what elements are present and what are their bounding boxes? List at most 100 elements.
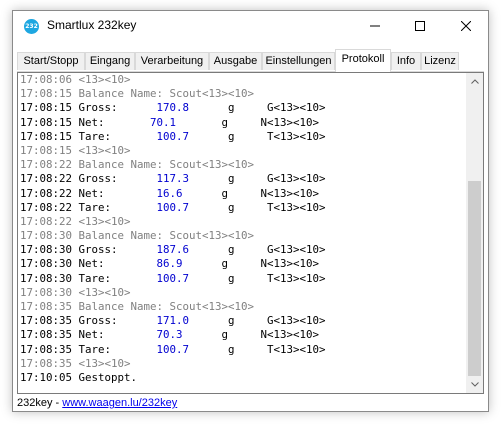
log-line: 17:10:05 Gestoppt. [20,371,465,385]
title-bar[interactable]: 232 key Smartlux 232key [13,11,488,45]
log-timestamp: 17:08:30 [20,243,73,257]
log-unit-code: g N<13><10> [182,186,320,200]
log-line: 17:08:35 Net: 70.3 g N<13><10> [20,328,465,342]
log-line: 17:08:30 <13><10> [20,286,465,300]
log-weight-value: 16.6 [156,186,183,200]
log-timestamp: 17:08:35 [20,342,73,356]
log-message: <13><10> [72,143,131,157]
log-weight-value: 100.7 [156,129,190,143]
app-window: 232 key Smartlux 232key Start/Stopp Eing… [12,10,489,412]
log-timestamp: 17:08:30 [20,285,73,299]
log-unit-code: g G<13><10> [189,101,326,115]
log-timestamp: 17:08:22 [20,158,73,172]
log-weight-value: 100.7 [156,271,190,285]
log-line: 17:08:15 Tare: 100.7 g T<13><10> [20,130,465,144]
log-line: 17:08:15 <13><10> [20,144,465,158]
log-timestamp: 17:08:06 [20,73,73,86]
status-prefix: 232key - [17,397,63,409]
log-unit-code: g N<13><10> [182,328,320,342]
log-label: Gross: [72,101,157,115]
log-label: Net: [72,186,157,200]
tab-einstellungen[interactable]: Einstellungen [262,52,335,70]
log-timestamp: 17:08:30 [20,257,73,271]
log-timestamp: 17:08:35 [20,328,73,342]
log-timestamp: 17:08:35 [20,314,73,328]
scroll-down-button[interactable] [466,376,483,393]
log-line: 17:08:22 Gross: 117.3 g G<13><10> [20,172,465,186]
close-icon [460,20,471,31]
tab-lizenz[interactable]: Lizenz [421,52,459,70]
log-timestamp: 17:08:30 [20,271,73,285]
log-line: 17:08:15 Gross: 170.8 g G<13><10> [20,101,465,115]
log-timestamp: 17:08:15 [20,115,73,129]
tab-info[interactable]: Info [391,52,421,70]
log-weight-value: 86.9 [156,257,183,271]
protocol-log[interactable]: 17:08:06 <13><10> 17:08:15 Balance Name: … [17,72,484,394]
log-unit-code: g N<13><10> [182,257,320,271]
window-title: Smartlux 232key [47,18,137,32]
tab-eingang[interactable]: Eingang [85,52,135,70]
log-message: Balance Name: Scout<13><10> [72,158,255,172]
log-timestamp: 17:08:30 [20,229,73,243]
app-icon: 232 key [24,19,39,45]
scroll-up-button[interactable] [466,73,483,90]
log-line: 17:08:22 Net: 16.6 g N<13><10> [20,187,465,201]
log-weight-value: 187.6 [156,243,190,257]
log-text: 17:08:06 <13><10> 17:08:15 Balance Name: … [20,73,465,393]
log-line: 17:08:06 <13><10> [20,73,465,87]
log-line: 17:08:15 Balance Name: Scout<13><10> [20,87,465,101]
log-message: Balance Name: Scout<13><10> [72,300,255,313]
log-line: 17:08:35 <13><10> [20,357,465,371]
log-weight-value: 117.3 [156,172,190,186]
log-message: <13><10> [72,356,131,370]
log-line: 17:08:22 <13><10> [20,215,465,229]
tab-verarbeitung[interactable]: Verarbeitung [135,52,209,70]
log-weight-value: 170.8 [156,101,190,115]
log-timestamp: 17:08:15 [20,143,73,157]
log-line: 17:08:22 Balance Name: Scout<13><10> [20,158,465,172]
log-label: Tare: [72,200,157,214]
log-unit-code: g T<13><10> [189,129,326,143]
log-message: <13><10> [72,73,131,86]
log-message: <13><10> [72,285,131,299]
log-label: Gross: [72,243,157,257]
chevron-down-icon [470,382,479,387]
log-unit-code: g G<13><10> [189,314,326,328]
log-label: Tare: [72,342,157,356]
log-timestamp: 17:08:35 [20,356,73,370]
log-timestamp: 17:10:05 [20,370,73,384]
tab-ausgabe[interactable]: Ausgabe [209,52,262,70]
log-line: 17:08:35 Gross: 171.0 g G<13><10> [20,314,465,328]
maximize-button[interactable] [397,11,442,40]
minimize-button[interactable] [352,11,397,40]
tab-start-stopp[interactable]: Start/Stopp [17,52,85,70]
status-bar: 232key - www.waagen.lu/232key [17,396,484,410]
scroll-thumb[interactable] [468,181,481,376]
tab-strip: Start/Stopp Eingang Verarbeitung Ausgabe… [17,49,484,72]
log-unit-code: g G<13><10> [189,243,326,257]
tab-protokoll[interactable]: Protokoll [335,49,391,72]
website-link[interactable]: www.waagen.lu/232key [62,397,177,409]
log-label: Net: [72,115,151,129]
maximize-icon [414,20,425,31]
log-timestamp: 17:08:22 [20,200,73,214]
log-message: Balance Name: Scout<13><10> [72,229,255,243]
vertical-scrollbar[interactable] [466,73,483,393]
log-line: 17:08:35 Tare: 100.7 g T<13><10> [20,343,465,357]
close-button[interactable] [443,11,488,40]
log-timestamp: 17:08:15 [20,87,73,101]
log-line: 17:08:30 Gross: 187.6 g G<13><10> [20,243,465,257]
log-timestamp: 17:08:22 [20,172,73,186]
log-weight-value: 100.7 [156,342,190,356]
log-message: Balance Name: Scout<13><10> [72,87,255,101]
log-timestamp: 17:08:22 [20,214,73,228]
log-unit-code: g N<13><10> [176,115,320,129]
log-message: Gestoppt. [72,370,138,384]
log-label: Tare: [72,271,157,285]
log-line: 17:08:30 Tare: 100.7 g T<13><10> [20,272,465,286]
log-weight-value: 100.7 [156,200,190,214]
log-label: Net: [72,328,157,342]
log-unit-code: g T<13><10> [189,342,326,356]
log-timestamp: 17:08:15 [20,129,73,143]
log-label: Net: [72,257,157,271]
